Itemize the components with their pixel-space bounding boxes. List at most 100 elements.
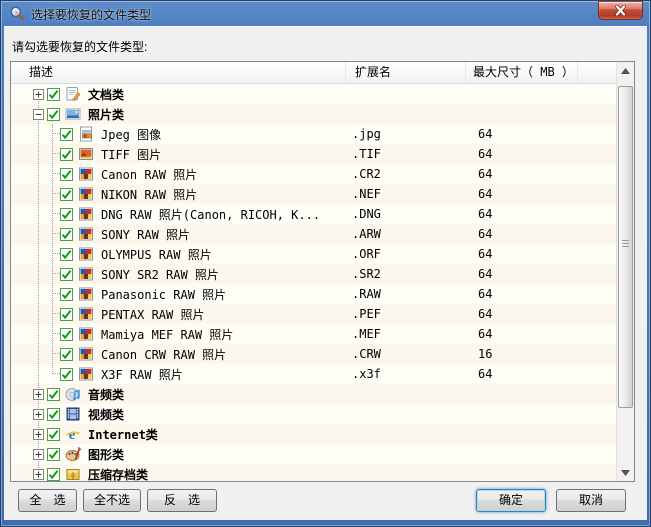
table-row[interactable]: TIFF 图片 .TIF 64 xyxy=(11,144,618,164)
table-row[interactable]: Jpeg 图像 .jpg 64 xyxy=(11,124,618,144)
raw-photo-file-icon xyxy=(78,326,94,342)
row-max-size: 64 xyxy=(478,167,493,181)
invert-selection-button[interactable]: 反 选 xyxy=(147,489,217,512)
row-checkbox[interactable] xyxy=(47,87,60,101)
tree-expander[interactable] xyxy=(33,408,44,420)
table-row[interactable]: 图形类 xyxy=(11,444,618,464)
row-max-size: 64 xyxy=(478,267,493,281)
internet-category-icon: e xyxy=(65,426,81,443)
row-checkbox[interactable] xyxy=(47,107,60,121)
row-checkbox[interactable] xyxy=(60,367,73,381)
tree-line xyxy=(52,213,60,214)
select-all-button[interactable]: 全 选 xyxy=(18,489,77,512)
table-row[interactable]: Canon RAW 照片 .CR2 64 xyxy=(11,164,618,184)
table-row[interactable]: Panasonic RAW 照片 .RAW 64 xyxy=(11,284,618,304)
raw-photo-file-icon xyxy=(78,366,94,382)
table-row[interactable]: 音频类 xyxy=(11,384,618,404)
row-checkbox[interactable] xyxy=(60,307,73,321)
row-extension: .MEF xyxy=(352,327,381,341)
row-checkbox[interactable] xyxy=(60,127,73,141)
row-label: DNG RAW 照片(Canon, RICOH, K... xyxy=(101,207,321,222)
row-extension: .SR2 xyxy=(352,267,381,281)
row-extension: .jpg xyxy=(352,127,381,141)
file-type-tree: 描述 扩展名 最大尺寸（ MB ） 文档类 照片类 Jpeg 图像 .jpg 6… xyxy=(10,61,635,482)
row-checkbox[interactable] xyxy=(60,187,73,201)
titlebar[interactable]: 选择要恢复的文件类型 xyxy=(0,0,651,26)
raw-photo-file-icon xyxy=(78,306,94,322)
video-category-icon xyxy=(65,406,81,422)
row-checkbox[interactable] xyxy=(60,247,73,261)
row-checkbox[interactable] xyxy=(60,147,73,161)
scroll-down-arrow[interactable] xyxy=(617,464,634,481)
row-max-size: 64 xyxy=(478,227,493,241)
raw-photo-file-icon xyxy=(78,246,94,262)
row-label: X3F RAW 照片 xyxy=(101,367,183,382)
row-checkbox[interactable] xyxy=(60,207,73,221)
row-label: 视频类 xyxy=(88,407,125,422)
table-row[interactable]: 照片类 xyxy=(11,104,618,124)
tree-expander[interactable] xyxy=(33,468,44,480)
row-checkbox[interactable] xyxy=(47,387,60,401)
table-row[interactable]: 视频类 xyxy=(11,404,618,424)
row-label: Internet类 xyxy=(88,427,158,442)
table-row[interactable]: X3F RAW 照片 .x3f 64 xyxy=(11,364,618,384)
row-extension: .x3f xyxy=(352,367,381,381)
tree-line xyxy=(52,313,60,314)
tree-expander[interactable] xyxy=(33,428,44,440)
row-checkbox[interactable] xyxy=(60,347,73,361)
raw-photo-file-icon xyxy=(78,266,94,282)
header-description[interactable]: 描述 xyxy=(11,62,346,83)
row-checkbox[interactable] xyxy=(47,447,60,461)
row-label: Mamiya MEF RAW 照片 xyxy=(101,327,234,342)
table-row[interactable]: Canon CRW RAW 照片 .CRW 16 xyxy=(11,344,618,364)
close-button[interactable] xyxy=(598,1,643,20)
graphics-category-icon xyxy=(65,446,81,462)
table-row[interactable]: SONY RAW 照片 .ARW 64 xyxy=(11,224,618,244)
jpeg-file-icon xyxy=(78,126,94,142)
select-none-button[interactable]: 全不选 xyxy=(83,489,141,512)
tree-rows: 文档类 照片类 Jpeg 图像 .jpg 64 TIFF 图片 .TIF 64 … xyxy=(11,84,618,482)
row-checkbox[interactable] xyxy=(60,287,73,301)
tree-line xyxy=(52,124,53,374)
header-max-size[interactable]: 最大尺寸（ MB ） xyxy=(466,62,578,83)
tree-expander[interactable] xyxy=(33,388,44,400)
cancel-button[interactable]: 取消 xyxy=(556,489,626,512)
table-row[interactable]: 压缩存档类 xyxy=(11,464,618,482)
tiff-file-icon xyxy=(78,146,94,162)
row-label: 压缩存档类 xyxy=(88,467,149,482)
tree-expander[interactable] xyxy=(33,448,44,460)
raw-photo-file-icon xyxy=(78,346,94,362)
table-row[interactable]: SONY SR2 RAW 照片 .SR2 64 xyxy=(11,264,618,284)
table-row[interactable]: DNG RAW 照片(Canon, RICOH, K... .DNG 64 xyxy=(11,204,618,224)
row-checkbox[interactable] xyxy=(47,467,60,481)
raw-photo-file-icon xyxy=(78,166,94,182)
row-extension: .DNG xyxy=(352,207,381,221)
table-row[interactable]: NIKON RAW 照片 .NEF 64 xyxy=(11,184,618,204)
row-extension: .CR2 xyxy=(352,167,381,181)
row-extension: .NEF xyxy=(352,187,381,201)
raw-photo-file-icon xyxy=(78,286,94,302)
row-max-size: 64 xyxy=(478,327,493,341)
row-checkbox[interactable] xyxy=(60,327,73,341)
scrollbar-thumb[interactable] xyxy=(618,86,633,408)
row-checkbox[interactable] xyxy=(60,167,73,181)
row-checkbox[interactable] xyxy=(60,267,73,281)
table-row[interactable]: 文档类 xyxy=(11,84,618,104)
table-row[interactable]: e Internet类 xyxy=(11,424,618,444)
tree-line xyxy=(52,333,60,334)
tree-expander[interactable] xyxy=(33,88,44,100)
row-max-size: 16 xyxy=(478,347,493,361)
table-row[interactable]: PENTAX RAW 照片 .PEF 64 xyxy=(11,304,618,324)
tree-expander[interactable] xyxy=(33,108,44,120)
tree-line xyxy=(52,173,60,174)
table-row[interactable]: Mamiya MEF RAW 照片 .MEF 64 xyxy=(11,324,618,344)
header-extension[interactable]: 扩展名 xyxy=(346,62,466,83)
ok-button[interactable]: 确定 xyxy=(476,489,546,512)
vertical-scrollbar[interactable] xyxy=(616,62,634,481)
tree-line xyxy=(52,153,60,154)
row-checkbox[interactable] xyxy=(47,407,60,421)
row-checkbox[interactable] xyxy=(47,427,60,441)
table-row[interactable]: OLYMPUS RAW 照片 .ORF 64 xyxy=(11,244,618,264)
row-checkbox[interactable] xyxy=(60,227,73,241)
scroll-up-arrow[interactable] xyxy=(617,62,634,79)
